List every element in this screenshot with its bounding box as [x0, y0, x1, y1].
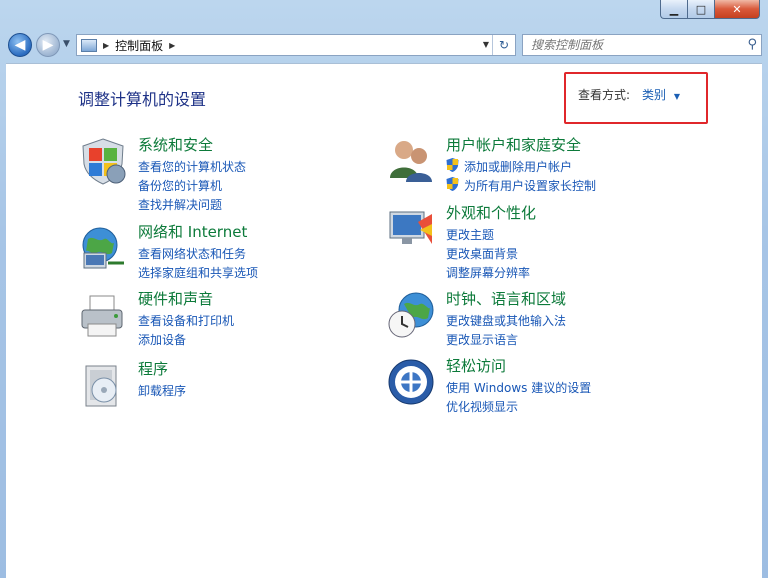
search-icon[interactable]: ⚲: [747, 37, 757, 52]
forward-arrow-icon: ▶: [42, 37, 54, 53]
search-box: ⚲: [522, 34, 762, 56]
back-button[interactable]: ◀: [8, 33, 32, 57]
minimize-button[interactable]: ▁: [660, 0, 687, 19]
category-link[interactable]: 备份您的计算机: [138, 177, 222, 194]
address-bar[interactable]: ▶ 控制面板 ▶ ▼ ↻: [76, 34, 516, 56]
ease-of-access-icon: [388, 359, 434, 405]
view-by-value: 类别: [642, 88, 667, 102]
maximize-button[interactable]: □: [687, 0, 714, 19]
close-button[interactable]: ✕: [714, 0, 760, 19]
category-link[interactable]: 卸载程序: [138, 382, 186, 399]
chevron-down-icon: ▼: [673, 92, 680, 101]
category-link[interactable]: 查看设备和打印机: [138, 312, 234, 329]
category-title[interactable]: 硬件和声音: [138, 288, 213, 309]
category-link[interactable]: 优化视频显示: [446, 398, 518, 415]
category-title[interactable]: 网络和 Internet: [138, 221, 247, 242]
category-title[interactable]: 外观和个性化: [446, 202, 536, 223]
title-bar: ▁ □ ✕: [0, 0, 768, 30]
category-link[interactable]: 更改键盘或其他输入法: [446, 312, 566, 329]
category-title[interactable]: 时钟、语言和区域: [446, 288, 566, 309]
category-link[interactable]: 使用 Windows 建议的设置: [446, 379, 591, 396]
breadcrumb-separator-icon[interactable]: ▶: [169, 41, 175, 50]
page-title: 调整计算机的设置: [78, 90, 207, 109]
shield-windows-icon: [82, 138, 126, 185]
main-content: 调整计算机的设置 查看方式: 类别 ▼ 系统和安全 查看您的计算机状态 备份您的…: [6, 63, 762, 578]
category-title[interactable]: 系统和安全: [138, 134, 213, 155]
category-link[interactable]: 选择家庭组和共享选项: [138, 264, 258, 281]
monitor-palette-icon: [389, 211, 432, 244]
category-title[interactable]: 程序: [138, 358, 168, 379]
forward-button[interactable]: ▶: [36, 33, 60, 57]
breadcrumb-control-panel[interactable]: 控制面板: [115, 37, 163, 54]
back-arrow-icon: ◀: [14, 37, 26, 53]
clock-globe-icon: [388, 292, 434, 338]
window-controls: ▁ □ ✕: [660, 0, 760, 19]
control-panel-icon: [81, 38, 97, 52]
category-link[interactable]: 更改显示语言: [446, 331, 518, 348]
category-link[interactable]: 为所有用户设置家长控制: [464, 177, 596, 194]
category-title[interactable]: 轻松访问: [446, 355, 506, 376]
breadcrumb-separator-icon[interactable]: ▶: [103, 41, 109, 50]
category-link[interactable]: 调整屏幕分辨率: [446, 264, 530, 281]
navigation-bar: ◀ ▶ ▼ ▶ 控制面板 ▶ ▼ ↻ ⚲: [0, 30, 768, 60]
uac-shield-icon: [446, 158, 459, 172]
category-link[interactable]: 查看您的计算机状态: [138, 158, 246, 175]
printer-icon: [81, 295, 123, 337]
recent-pages-dropdown-icon[interactable]: ▼: [63, 39, 70, 49]
view-by-label: 查看方式:: [578, 88, 631, 102]
network-globe-icon: [82, 227, 124, 269]
programs-box-icon: [85, 365, 117, 407]
uac-shield-icon: [446, 177, 459, 191]
users-icon: [390, 141, 432, 182]
category-link[interactable]: 添加或删除用户帐户: [464, 158, 572, 175]
view-by-dropdown[interactable]: 类别 ▼: [642, 86, 680, 103]
search-input[interactable]: [529, 37, 733, 53]
window-frame: ▁ □ ✕ ◀ ▶ ▼ ▶ 控制面板 ▶ ▼ ↻ ⚲ 调整计算机的设置 查看方式…: [0, 0, 768, 578]
category-link[interactable]: 查看网络状态和任务: [138, 245, 246, 262]
category-title[interactable]: 用户帐户和家庭安全: [446, 134, 581, 155]
category-link[interactable]: 更改桌面背景: [446, 245, 518, 262]
address-dropdown-icon[interactable]: ▼: [483, 40, 489, 49]
category-link[interactable]: 更改主题: [446, 226, 494, 243]
category-link[interactable]: 添加设备: [138, 331, 186, 348]
refresh-button[interactable]: ↻: [492, 35, 515, 55]
category-link[interactable]: 查找并解决问题: [138, 196, 222, 213]
